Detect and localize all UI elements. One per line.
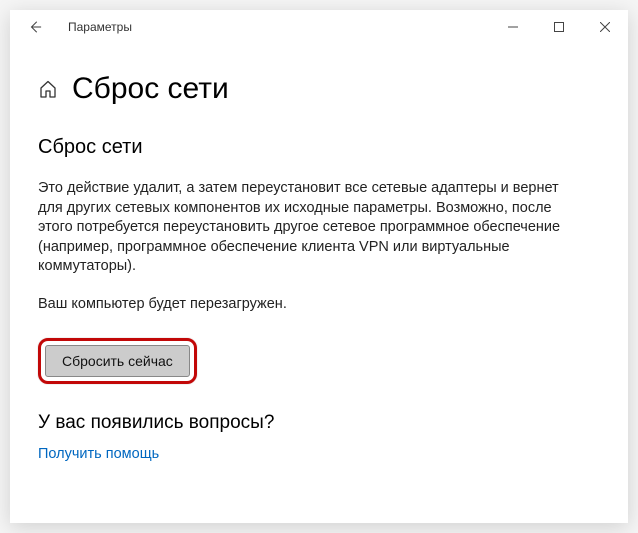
content-area: Сброс сети Сброс сети Это действие удали… [10,44,628,523]
get-help-link[interactable]: Получить помощь [38,446,600,462]
maximize-button[interactable] [536,10,582,44]
back-arrow-icon [28,20,42,34]
maximize-icon [554,22,564,32]
settings-window: Параметры [10,10,628,523]
reset-button-highlight: Сбросить сейчас [38,338,197,384]
help-section-title: У вас появились вопросы? [38,412,600,434]
minimize-icon [508,22,518,32]
minimize-button[interactable] [490,10,536,44]
app-title: Параметры [68,20,132,34]
close-icon [600,22,610,32]
description-text: Это действие удалит, а затем переустанов… [38,179,578,277]
restart-note: Ваш компьютер будет перезагружен. [38,295,578,315]
back-button[interactable] [20,12,50,42]
close-button[interactable] [582,10,628,44]
section-title: Сброс сети [38,136,600,159]
window-controls [490,10,628,44]
home-icon[interactable] [38,79,58,99]
reset-now-button[interactable]: Сбросить сейчас [45,345,190,377]
page-title: Сброс сети [72,72,229,106]
page-header: Сброс сети [38,72,600,106]
titlebar: Параметры [10,10,628,44]
